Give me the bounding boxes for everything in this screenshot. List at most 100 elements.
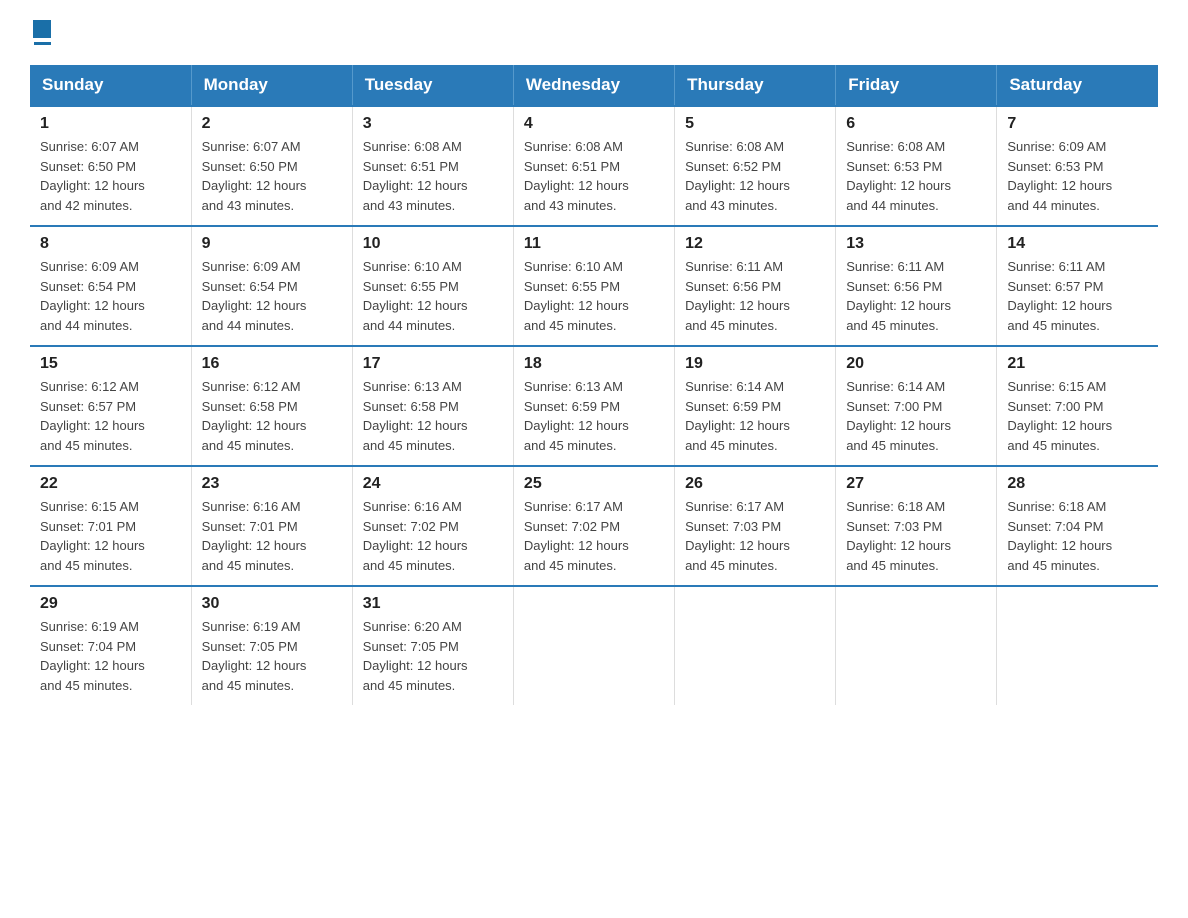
day-info: Sunrise: 6:19 AM Sunset: 7:05 PM Dayligh… — [202, 617, 342, 695]
calendar-day-cell: 18 Sunrise: 6:13 AM Sunset: 6:59 PM Dayl… — [513, 346, 674, 466]
weekday-header-saturday: Saturday — [997, 65, 1158, 106]
day-info: Sunrise: 6:15 AM Sunset: 7:00 PM Dayligh… — [1007, 377, 1148, 455]
day-number: 28 — [1007, 475, 1148, 493]
calendar-body: 1 Sunrise: 6:07 AM Sunset: 6:50 PM Dayli… — [30, 106, 1158, 705]
day-info: Sunrise: 6:16 AM Sunset: 7:01 PM Dayligh… — [202, 497, 342, 575]
calendar-week-1: 1 Sunrise: 6:07 AM Sunset: 6:50 PM Dayli… — [30, 106, 1158, 226]
calendar-week-2: 8 Sunrise: 6:09 AM Sunset: 6:54 PM Dayli… — [30, 226, 1158, 346]
day-number: 1 — [40, 115, 181, 133]
page-header — [30, 20, 1158, 45]
calendar-day-cell: 20 Sunrise: 6:14 AM Sunset: 7:00 PM Dayl… — [836, 346, 997, 466]
calendar-day-cell: 31 Sunrise: 6:20 AM Sunset: 7:05 PM Dayl… — [352, 586, 513, 705]
calendar-day-cell: 7 Sunrise: 6:09 AM Sunset: 6:53 PM Dayli… — [997, 106, 1158, 226]
calendar-day-cell: 5 Sunrise: 6:08 AM Sunset: 6:52 PM Dayli… — [675, 106, 836, 226]
day-info: Sunrise: 6:09 AM Sunset: 6:54 PM Dayligh… — [40, 257, 181, 335]
day-info: Sunrise: 6:08 AM Sunset: 6:51 PM Dayligh… — [363, 137, 503, 215]
day-number: 7 — [1007, 115, 1148, 133]
day-number: 2 — [202, 115, 342, 133]
day-info: Sunrise: 6:17 AM Sunset: 7:02 PM Dayligh… — [524, 497, 664, 575]
calendar-day-cell: 2 Sunrise: 6:07 AM Sunset: 6:50 PM Dayli… — [191, 106, 352, 226]
calendar-day-cell: 1 Sunrise: 6:07 AM Sunset: 6:50 PM Dayli… — [30, 106, 191, 226]
calendar-day-cell: 24 Sunrise: 6:16 AM Sunset: 7:02 PM Dayl… — [352, 466, 513, 586]
day-info: Sunrise: 6:13 AM Sunset: 6:59 PM Dayligh… — [524, 377, 664, 455]
day-number: 16 — [202, 355, 342, 373]
weekday-header-wednesday: Wednesday — [513, 65, 674, 106]
calendar-header: SundayMondayTuesdayWednesdayThursdayFrid… — [30, 65, 1158, 106]
calendar-week-4: 22 Sunrise: 6:15 AM Sunset: 7:01 PM Dayl… — [30, 466, 1158, 586]
calendar-week-3: 15 Sunrise: 6:12 AM Sunset: 6:57 PM Dayl… — [30, 346, 1158, 466]
calendar-day-cell: 21 Sunrise: 6:15 AM Sunset: 7:00 PM Dayl… — [997, 346, 1158, 466]
day-number: 27 — [846, 475, 986, 493]
calendar-day-cell: 9 Sunrise: 6:09 AM Sunset: 6:54 PM Dayli… — [191, 226, 352, 346]
day-info: Sunrise: 6:18 AM Sunset: 7:04 PM Dayligh… — [1007, 497, 1148, 575]
logo — [30, 20, 51, 45]
day-number: 17 — [363, 355, 503, 373]
day-number: 18 — [524, 355, 664, 373]
calendar-day-cell: 15 Sunrise: 6:12 AM Sunset: 6:57 PM Dayl… — [30, 346, 191, 466]
calendar-day-cell: 3 Sunrise: 6:08 AM Sunset: 6:51 PM Dayli… — [352, 106, 513, 226]
calendar-day-cell — [997, 586, 1158, 705]
day-number: 15 — [40, 355, 181, 373]
day-number: 14 — [1007, 235, 1148, 253]
day-info: Sunrise: 6:14 AM Sunset: 6:59 PM Dayligh… — [685, 377, 825, 455]
calendar-day-cell: 23 Sunrise: 6:16 AM Sunset: 7:01 PM Dayl… — [191, 466, 352, 586]
day-info: Sunrise: 6:07 AM Sunset: 6:50 PM Dayligh… — [202, 137, 342, 215]
day-number: 25 — [524, 475, 664, 493]
calendar-day-cell: 14 Sunrise: 6:11 AM Sunset: 6:57 PM Dayl… — [997, 226, 1158, 346]
day-info: Sunrise: 6:11 AM Sunset: 6:56 PM Dayligh… — [846, 257, 986, 335]
weekday-header-monday: Monday — [191, 65, 352, 106]
day-number: 13 — [846, 235, 986, 253]
calendar-day-cell: 26 Sunrise: 6:17 AM Sunset: 7:03 PM Dayl… — [675, 466, 836, 586]
weekday-header-friday: Friday — [836, 65, 997, 106]
calendar-day-cell: 30 Sunrise: 6:19 AM Sunset: 7:05 PM Dayl… — [191, 586, 352, 705]
day-number: 6 — [846, 115, 986, 133]
calendar-day-cell: 27 Sunrise: 6:18 AM Sunset: 7:03 PM Dayl… — [836, 466, 997, 586]
day-number: 23 — [202, 475, 342, 493]
day-number: 29 — [40, 595, 181, 613]
day-info: Sunrise: 6:10 AM Sunset: 6:55 PM Dayligh… — [363, 257, 503, 335]
weekday-header-thursday: Thursday — [675, 65, 836, 106]
day-info: Sunrise: 6:13 AM Sunset: 6:58 PM Dayligh… — [363, 377, 503, 455]
calendar-day-cell: 10 Sunrise: 6:10 AM Sunset: 6:55 PM Dayl… — [352, 226, 513, 346]
calendar-day-cell: 8 Sunrise: 6:09 AM Sunset: 6:54 PM Dayli… — [30, 226, 191, 346]
day-info: Sunrise: 6:11 AM Sunset: 6:57 PM Dayligh… — [1007, 257, 1148, 335]
calendar-week-5: 29 Sunrise: 6:19 AM Sunset: 7:04 PM Dayl… — [30, 586, 1158, 705]
calendar-day-cell: 19 Sunrise: 6:14 AM Sunset: 6:59 PM Dayl… — [675, 346, 836, 466]
calendar-day-cell: 4 Sunrise: 6:08 AM Sunset: 6:51 PM Dayli… — [513, 106, 674, 226]
day-number: 9 — [202, 235, 342, 253]
calendar-day-cell — [675, 586, 836, 705]
day-number: 24 — [363, 475, 503, 493]
day-info: Sunrise: 6:18 AM Sunset: 7:03 PM Dayligh… — [846, 497, 986, 575]
calendar-day-cell: 13 Sunrise: 6:11 AM Sunset: 6:56 PM Dayl… — [836, 226, 997, 346]
day-info: Sunrise: 6:12 AM Sunset: 6:57 PM Dayligh… — [40, 377, 181, 455]
day-info: Sunrise: 6:20 AM Sunset: 7:05 PM Dayligh… — [363, 617, 503, 695]
calendar-day-cell: 11 Sunrise: 6:10 AM Sunset: 6:55 PM Dayl… — [513, 226, 674, 346]
day-info: Sunrise: 6:08 AM Sunset: 6:51 PM Dayligh… — [524, 137, 664, 215]
day-info: Sunrise: 6:19 AM Sunset: 7:04 PM Dayligh… — [40, 617, 181, 695]
calendar-day-cell: 16 Sunrise: 6:12 AM Sunset: 6:58 PM Dayl… — [191, 346, 352, 466]
weekday-header-row: SundayMondayTuesdayWednesdayThursdayFrid… — [30, 65, 1158, 106]
day-info: Sunrise: 6:15 AM Sunset: 7:01 PM Dayligh… — [40, 497, 181, 575]
day-info: Sunrise: 6:09 AM Sunset: 6:54 PM Dayligh… — [202, 257, 342, 335]
weekday-header-tuesday: Tuesday — [352, 65, 513, 106]
day-number: 26 — [685, 475, 825, 493]
day-info: Sunrise: 6:10 AM Sunset: 6:55 PM Dayligh… — [524, 257, 664, 335]
day-info: Sunrise: 6:07 AM Sunset: 6:50 PM Dayligh… — [40, 137, 181, 215]
weekday-header-sunday: Sunday — [30, 65, 191, 106]
day-number: 8 — [40, 235, 181, 253]
day-info: Sunrise: 6:09 AM Sunset: 6:53 PM Dayligh… — [1007, 137, 1148, 215]
day-info: Sunrise: 6:11 AM Sunset: 6:56 PM Dayligh… — [685, 257, 825, 335]
day-number: 11 — [524, 235, 664, 253]
day-number: 19 — [685, 355, 825, 373]
calendar-day-cell: 25 Sunrise: 6:17 AM Sunset: 7:02 PM Dayl… — [513, 466, 674, 586]
logo-triangle-icon — [33, 20, 51, 38]
day-number: 5 — [685, 115, 825, 133]
calendar-day-cell: 29 Sunrise: 6:19 AM Sunset: 7:04 PM Dayl… — [30, 586, 191, 705]
day-number: 31 — [363, 595, 503, 613]
day-number: 10 — [363, 235, 503, 253]
calendar-day-cell: 12 Sunrise: 6:11 AM Sunset: 6:56 PM Dayl… — [675, 226, 836, 346]
calendar-day-cell: 28 Sunrise: 6:18 AM Sunset: 7:04 PM Dayl… — [997, 466, 1158, 586]
logo-underline — [34, 42, 51, 45]
day-info: Sunrise: 6:14 AM Sunset: 7:00 PM Dayligh… — [846, 377, 986, 455]
calendar-table: SundayMondayTuesdayWednesdayThursdayFrid… — [30, 65, 1158, 705]
